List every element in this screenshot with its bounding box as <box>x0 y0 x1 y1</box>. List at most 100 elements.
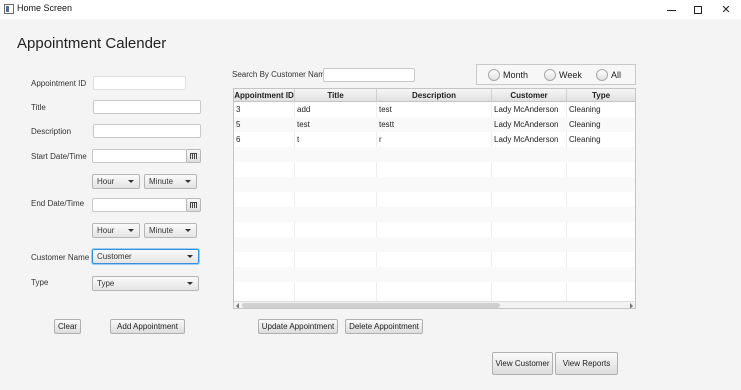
minimize-button[interactable] <box>657 0 685 19</box>
cell-appointment-id: 5 <box>236 120 241 129</box>
scrollbar-thumb[interactable] <box>242 303 500 308</box>
radio-month-label: Month <box>503 70 529 80</box>
chevron-down-icon <box>128 180 134 183</box>
empty-row <box>234 282 635 297</box>
home-screen-window: Home Screen ✕ Appointment Calender Appoi… <box>0 0 741 390</box>
table-header: Appointment ID Title Description Custome… <box>234 89 635 102</box>
title-label: Title <box>31 103 46 112</box>
cell-type: Cleaning <box>569 120 601 129</box>
radio-circle-icon <box>544 69 556 81</box>
view-reports-button[interactable]: View Reports <box>555 352 618 375</box>
empty-row <box>234 267 635 282</box>
cell-title: test <box>297 120 310 129</box>
empty-row <box>234 222 635 237</box>
empty-row <box>234 162 635 177</box>
table-row[interactable]: 5 test testt Lady McAnderson Cleaning <box>234 117 635 132</box>
end-date-picker-button[interactable] <box>186 198 201 212</box>
calendar-icon <box>190 202 197 208</box>
search-input[interactable] <box>323 68 415 82</box>
cell-type: Cleaning <box>569 105 601 114</box>
window-title: Home Screen <box>17 3 73 13</box>
start-date-field[interactable] <box>92 149 187 163</box>
horizontal-scrollbar[interactable] <box>234 301 635 308</box>
description-field[interactable] <box>93 124 201 138</box>
radio-circle-icon <box>488 69 500 81</box>
empty-row <box>234 192 635 207</box>
start-hour-select[interactable]: Hour <box>92 174 140 189</box>
empty-row <box>234 237 635 252</box>
clear-button[interactable]: Clear <box>54 319 81 334</box>
empty-row <box>234 207 635 222</box>
cell-customer: Lady McAnderson <box>494 105 559 114</box>
maximize-icon <box>694 5 702 14</box>
end-hour-select[interactable]: Hour <box>92 223 140 238</box>
title-bar: Home Screen ✕ <box>0 0 741 19</box>
chevron-down-icon <box>185 180 191 183</box>
chevron-down-icon <box>187 255 193 258</box>
type-label: Type <box>31 278 49 287</box>
empty-row <box>234 177 635 192</box>
search-label: Search By Customer Name <box>232 70 330 79</box>
table-row[interactable]: 6 t r Lady McAnderson Cleaning <box>234 132 635 147</box>
scroll-left-icon[interactable] <box>236 303 239 308</box>
empty-row <box>234 147 635 162</box>
cell-title: add <box>297 105 311 114</box>
radio-week[interactable]: Week <box>544 69 582 81</box>
customer-name-label: Customer Name <box>31 253 90 262</box>
empty-row <box>234 252 635 267</box>
radio-all[interactable]: All <box>596 69 621 81</box>
column-header-title[interactable]: Title <box>295 89 377 102</box>
cell-title: t <box>297 135 300 144</box>
end-minute-value: Minute <box>149 226 174 235</box>
radio-month[interactable]: Month <box>488 69 528 81</box>
page-title: Appointment Calender <box>17 35 167 52</box>
start-hour-value: Hour <box>97 177 115 186</box>
radio-week-label: Week <box>559 70 582 80</box>
column-header-description[interactable]: Description <box>377 89 492 102</box>
minimize-icon <box>666 9 676 11</box>
customer-name-select[interactable]: Customer <box>92 249 199 264</box>
table-row[interactable]: 3 add test Lady McAnderson Cleaning <box>234 102 635 117</box>
chevron-down-icon <box>185 229 191 232</box>
title-field[interactable] <box>93 100 201 114</box>
start-date-picker-button[interactable] <box>186 149 201 163</box>
appointment-id-label: Appointment ID <box>31 79 87 88</box>
cell-type: Cleaning <box>569 135 601 144</box>
view-customer-button[interactable]: View Customer <box>492 352 553 375</box>
cell-customer: Lady McAnderson <box>494 135 559 144</box>
column-header-customer[interactable]: Customer <box>492 89 567 102</box>
delete-appointment-button[interactable]: Delete Appointment <box>345 319 423 334</box>
chevron-down-icon <box>187 282 193 285</box>
scroll-right-icon[interactable] <box>630 303 633 308</box>
close-icon: ✕ <box>721 4 731 16</box>
cell-description: test <box>379 105 392 114</box>
type-value: Type <box>97 279 115 288</box>
cell-appointment-id: 3 <box>236 105 241 114</box>
app-icon <box>4 4 14 14</box>
type-select[interactable]: Type <box>92 276 199 291</box>
end-minute-select[interactable]: Minute <box>144 223 197 238</box>
end-date-time-label: End Date/Time <box>31 199 85 208</box>
radio-all-label: All <box>611 70 622 80</box>
calendar-icon <box>190 153 197 159</box>
cell-appointment-id: 6 <box>236 135 241 144</box>
cell-description: testt <box>379 120 395 129</box>
start-minute-select[interactable]: Minute <box>144 174 197 189</box>
description-label: Description <box>31 127 72 136</box>
column-header-appointment-id[interactable]: Appointment ID <box>234 89 295 102</box>
start-date-time-label: Start Date/Time <box>31 152 87 161</box>
start-minute-value: Minute <box>149 177 174 186</box>
cell-description: r <box>379 135 382 144</box>
appointments-table: Appointment ID Title Description Custome… <box>233 88 636 309</box>
close-button[interactable]: ✕ <box>712 0 740 19</box>
column-header-type[interactable]: Type <box>567 89 635 102</box>
add-appointment-button[interactable]: Add Appointment <box>110 319 185 334</box>
update-appointment-button[interactable]: Update Appointment <box>258 319 338 334</box>
appointment-id-field <box>93 76 186 90</box>
radio-circle-icon <box>596 69 608 81</box>
cell-customer: Lady McAnderson <box>494 120 559 129</box>
chevron-down-icon <box>128 229 134 232</box>
end-hour-value: Hour <box>97 226 115 235</box>
end-date-field[interactable] <box>92 198 187 212</box>
maximize-button[interactable] <box>684 0 712 19</box>
